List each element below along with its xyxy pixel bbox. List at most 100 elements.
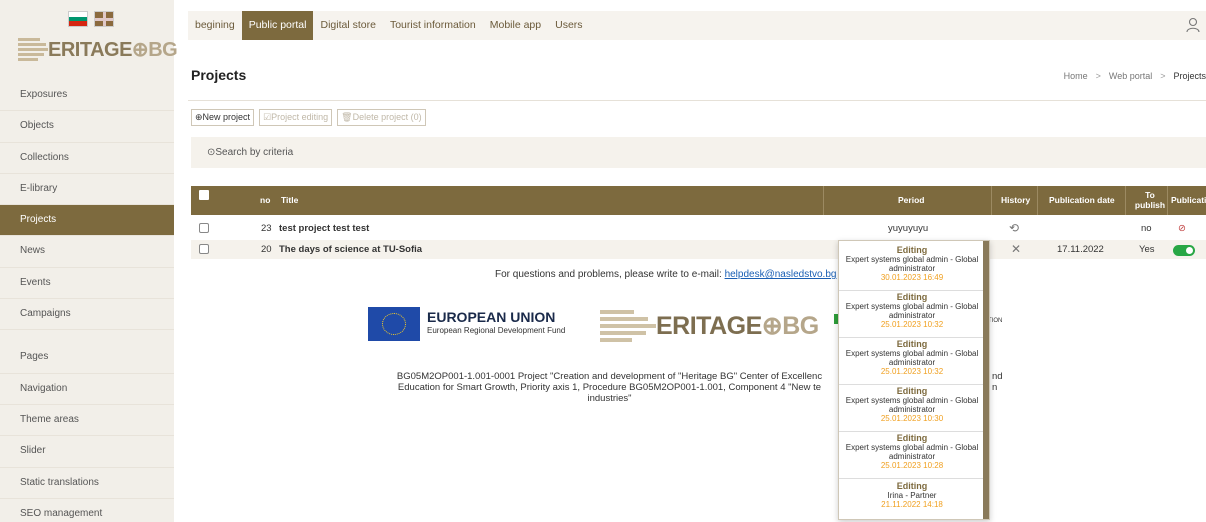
column-period[interactable]: Period (898, 186, 924, 215)
logo-bars-icon (18, 36, 48, 62)
chevron-right-icon: > (1095, 71, 1101, 81)
helpdesk-email-link[interactable]: helpdesk@nasledstvo.bg (725, 269, 837, 280)
sidebar-item-events[interactable]: Events (0, 267, 174, 300)
column-publication[interactable]: Publication (1171, 186, 1206, 215)
history-date: 25.01.2023 10:30 (880, 414, 944, 423)
project-line: BG05M2OP001-1.001-0001 Project "Creation… (396, 371, 823, 382)
tab-mobile-app[interactable]: Mobile app (483, 11, 548, 40)
project-line: industries" (587, 393, 632, 404)
heritage-footer-text: ERITAGE⊕BG (656, 312, 819, 340)
history-date: 25.01.2023 10:28 (880, 461, 944, 470)
delete-project-button[interactable]: 🗑Delete project (0) (337, 109, 426, 126)
row-title[interactable]: test project test test (279, 219, 369, 238)
sidebar-item-theme-areas[interactable]: Theme areas (0, 404, 174, 437)
breadcrumb-home[interactable]: Home (1064, 71, 1088, 81)
tab-public-portal[interactable]: Public portal (241, 11, 314, 40)
sidebar-item-e-library[interactable]: E-library (0, 173, 174, 206)
history-entry: Editing Expert systems global admin - Gl… (839, 386, 985, 432)
contact-text: For questions and problems, please write… (495, 269, 848, 280)
history-entry: Editing Expert systems global admin - Gl… (839, 292, 985, 338)
sidebar-item-exposures[interactable]: Exposures (0, 80, 174, 112)
history-entry: Editing Expert systems global admin - Gl… (839, 433, 985, 479)
eu-flag-icon (368, 307, 420, 341)
search-by-criteria[interactable]: ⊙Search by criteria (191, 137, 1206, 168)
history-action: Editing (896, 481, 928, 491)
select-all-checkbox[interactable] (199, 190, 209, 200)
row-no: 20 (261, 244, 272, 255)
row-to-publish: Yes (1139, 244, 1155, 255)
row-period: yuyuyuyu (888, 223, 929, 234)
history-clock-icon[interactable]: ⟲ (1009, 219, 1019, 238)
logo-bars-icon (600, 307, 656, 345)
sidebar-item-collections[interactable]: Collections (0, 142, 174, 174)
column-title[interactable]: Title (281, 186, 298, 215)
sidebar-item-static-translations[interactable]: Static translations (0, 467, 174, 499)
history-action: Editing (896, 245, 928, 255)
project-line: Education for Smart Growth, Priority axi… (397, 382, 822, 393)
sidebar-menu: Exposures Objects Collections E-library … (0, 80, 174, 522)
history-entry: Editing Expert systems global admin - Gl… (839, 339, 985, 385)
publication-toggle[interactable] (1173, 245, 1195, 256)
unpublished-icon[interactable]: ⊘ (1178, 219, 1186, 238)
history-action: Editing (896, 386, 928, 396)
breadcrumb-current: Projects (1173, 71, 1206, 81)
sidebar-item-projects[interactable]: Projects (0, 205, 174, 237)
language-flags (68, 11, 114, 27)
project-text-fragment: nd (992, 371, 1003, 382)
tab-digital-store[interactable]: Digital store (313, 11, 382, 40)
table-row[interactable]: 23 test project test test yuyuyuyu ⟲ no … (191, 219, 1206, 238)
tab-begining[interactable]: begining (188, 11, 242, 40)
history-date: 21.11.2022 14:18 (881, 500, 943, 509)
history-user: Expert systems global admin - Global adm… (845, 255, 979, 273)
tab-users[interactable]: Users (548, 11, 589, 40)
column-no[interactable]: no (260, 186, 270, 215)
project-text-fragment: n (992, 382, 998, 393)
eu-subtitle: European Regional Development Fund (427, 326, 566, 335)
history-entry: Editing Expert systems global admin - Gl… (839, 245, 985, 291)
english-flag-icon[interactable] (94, 11, 114, 27)
breadcrumb-web-portal[interactable]: Web portal (1109, 71, 1152, 81)
history-date: 25.01.2023 10:32 (880, 320, 944, 329)
history-user: Irina - Partner (887, 491, 937, 500)
sidebar-item-objects[interactable]: Objects (0, 111, 174, 143)
close-icon[interactable]: ✕ (1011, 240, 1021, 259)
column-divider (1037, 186, 1038, 215)
sidebar-item-pages[interactable]: Pages (0, 342, 174, 374)
sidebar-item-slider[interactable]: Slider (0, 436, 174, 468)
history-popup[interactable]: Editing Expert systems global admin - Gl… (838, 240, 990, 520)
row-title[interactable]: The days of science at TU-Sofia (279, 240, 422, 259)
history-action: Editing (896, 339, 928, 349)
divider (188, 100, 1206, 101)
sidebar-divider (0, 330, 174, 343)
column-divider (1125, 186, 1126, 215)
row-checkbox[interactable] (199, 244, 209, 254)
new-project-button[interactable]: ⊕New project (191, 109, 255, 126)
sidebar-item-seo-management[interactable]: SEO management (0, 498, 174, 522)
project-description: BG05M2OP001-1.001-0001 Project "Creation… (382, 371, 837, 404)
row-to-publish: no (1141, 223, 1152, 234)
row-checkbox[interactable] (199, 223, 209, 233)
sidebar-item-navigation[interactable]: Navigation (0, 373, 174, 405)
row-publication-date: 17.11.2022 (1057, 244, 1104, 255)
history-user: Expert systems global admin - Global adm… (845, 349, 979, 367)
table-header: no Title Period History Publication date… (191, 186, 1206, 215)
sidebar-item-campaigns[interactable]: Campaigns (0, 299, 174, 331)
tab-tourist-information[interactable]: Tourist information (383, 11, 483, 40)
search-by-criteria-label: ⊙Search by criteria (207, 147, 294, 158)
history-user: Expert systems global admin - Global adm… (845, 396, 979, 414)
sidebar-item-news[interactable]: News (0, 236, 174, 268)
chevron-right-icon: > (1160, 71, 1166, 81)
table-row[interactable]: 20 The days of science at TU-Sofia ✕ 17.… (191, 240, 1206, 259)
popup-scrollbar[interactable] (983, 241, 989, 519)
sidebar: ERITAGE⊕BG Exposures Objects Collections… (0, 0, 178, 522)
column-history[interactable]: History (1001, 186, 1030, 215)
user-icon[interactable] (1186, 17, 1200, 33)
row-no: 23 (261, 223, 272, 234)
column-publication-date[interactable]: Publication date (1049, 186, 1115, 215)
bulgarian-flag-icon[interactable] (68, 11, 88, 27)
column-to-publish[interactable]: To publish (1133, 190, 1167, 219)
heritage-logo[interactable]: ERITAGE⊕BG (18, 36, 178, 62)
edit-project-button[interactable]: ☑Project editing (259, 109, 333, 126)
partner-logo-text: TION (988, 318, 1003, 324)
history-action: Editing (896, 292, 928, 302)
